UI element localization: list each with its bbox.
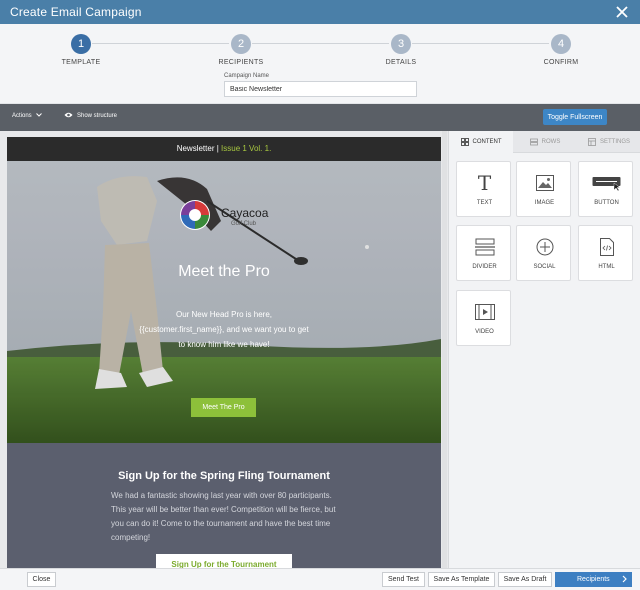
eye-icon (64, 112, 73, 120)
close-button[interactable]: Close (27, 572, 56, 587)
logo-sub-text: Golf Club (231, 221, 257, 227)
block-label: VIDEO (475, 329, 494, 335)
show-structure-toggle[interactable]: Show structure (64, 112, 117, 120)
email-preview[interactable]: Newsletter | Issue 1 Vol. 1. Cayacoa Gol… (7, 137, 441, 568)
editor-toolbar: Actions Show structure Toggle Fullscreen (0, 104, 640, 131)
block-text[interactable]: T TEXT (456, 161, 511, 217)
block-image[interactable]: IMAGE (516, 161, 571, 217)
recipients-next-button[interactable]: Recipients (555, 572, 632, 587)
step-number: 2 (231, 34, 251, 54)
newsletter-issue: Issue 1 Vol. 1. (221, 144, 272, 153)
block-label: HTML (598, 264, 615, 270)
step-label: TEMPLATE (61, 59, 101, 66)
tab-rows[interactable]: ROWS (513, 131, 577, 153)
image-icon (517, 172, 572, 194)
tournament-signup-button[interactable]: Sign Up for the Tournament (156, 554, 292, 568)
block-divider[interactable]: DIVIDER (456, 225, 511, 281)
hero-copy: Our New Head Pro is here, {{customer.fir… (139, 310, 309, 349)
hero-section[interactable]: Cayacoa Golf Club Meet the Pro Our New H… (7, 161, 441, 443)
content-panel: CONTENT ROWS SETTINGS T TEXT IMAGE BUTTO… (448, 131, 640, 568)
campaign-name-input[interactable] (224, 81, 417, 97)
tab-content-label: CONTENT (472, 139, 502, 145)
logo-brand-text: Cayacoa (221, 206, 269, 220)
tab-rows-label: ROWS (541, 138, 561, 145)
step-number: 4 (551, 34, 571, 54)
close-icon[interactable] (612, 2, 632, 22)
save-as-template-button[interactable]: Save As Template (428, 572, 495, 587)
tournament-title: Sign Up for the Spring Fling Tournament (118, 470, 330, 482)
grid-icon (460, 138, 469, 146)
panel-tabs: CONTENT ROWS SETTINGS (449, 131, 640, 153)
step-number: 1 (71, 34, 91, 54)
chevron-right-icon (622, 575, 627, 585)
campaign-name-label: Campaign Name (224, 73, 270, 79)
tournament-copy: We had a fantastic showing last year wit… (111, 491, 336, 542)
save-as-draft-button[interactable]: Save As Draft (498, 572, 552, 587)
block-button[interactable]: BUTTON (578, 161, 633, 217)
step-label: RECIPIENTS (218, 59, 264, 66)
canvas-scrollbar[interactable] (442, 131, 447, 568)
rows-icon (529, 138, 538, 145)
email-canvas: Newsletter | Issue 1 Vol. 1. Cayacoa Gol… (0, 131, 448, 568)
wizard-stepper: 1 TEMPLATE 2 RECIPIENTS 3 DETAILS 4 CONF… (0, 24, 640, 104)
chevron-down-icon (35, 113, 42, 119)
video-icon (457, 301, 512, 323)
settings-icon (588, 137, 596, 146)
footer-bar: Close Send Test Save As Template Save As… (0, 568, 640, 590)
step-confirm[interactable]: 4 CONFIRM (521, 34, 601, 66)
step-label: CONFIRM (543, 59, 579, 66)
step-number: 3 (391, 34, 411, 54)
recipients-label: Recipients (577, 576, 610, 583)
show-structure-label: Show structure (77, 113, 118, 119)
tab-content[interactable]: CONTENT (449, 131, 513, 153)
button-icon (579, 172, 634, 194)
newsletter-header[interactable]: Newsletter | Issue 1 Vol. 1. (7, 137, 441, 161)
html-icon (579, 236, 634, 258)
step-label: DETAILS (385, 59, 417, 66)
logo-mark-icon (180, 200, 210, 230)
text-glyph: T (477, 171, 492, 195)
newsletter-prefix: Newsletter | (176, 144, 219, 153)
tab-settings[interactable]: SETTINGS (577, 131, 640, 153)
block-label: DIVIDER (472, 264, 497, 270)
meet-the-pro-button[interactable]: Meet The Pro (191, 398, 256, 417)
block-label: SOCIAL (533, 264, 556, 270)
actions-menu[interactable]: Actions (12, 113, 42, 119)
step-recipients[interactable]: 2 RECIPIENTS (201, 34, 281, 66)
actions-label: Actions (12, 113, 32, 119)
block-label: TEXT (476, 200, 493, 206)
step-details[interactable]: 3 DETAILS (361, 34, 441, 66)
block-html[interactable]: HTML (578, 225, 633, 281)
window-title: Create Email Campaign (10, 5, 142, 19)
toggle-fullscreen-button[interactable]: Toggle Fullscreen (543, 109, 607, 125)
social-icon (517, 236, 572, 258)
block-social[interactable]: SOCIAL (516, 225, 571, 281)
block-video[interactable]: VIDEO (456, 290, 511, 346)
step-template[interactable]: 1 TEMPLATE (41, 34, 121, 66)
club-logo: Cayacoa Golf Club (179, 199, 274, 233)
text-icon: T (457, 171, 512, 195)
block-label: IMAGE (534, 200, 555, 206)
block-label: BUTTON (594, 200, 619, 206)
tab-settings-label: SETTINGS (599, 138, 630, 145)
hero-title: Meet the Pro (178, 263, 270, 280)
tournament-section[interactable]: Sign Up for the Spring Fling Tournament … (7, 443, 441, 568)
send-test-button[interactable]: Send Test (382, 572, 425, 587)
title-bar: Create Email Campaign (0, 0, 640, 24)
divider-icon (457, 236, 512, 258)
